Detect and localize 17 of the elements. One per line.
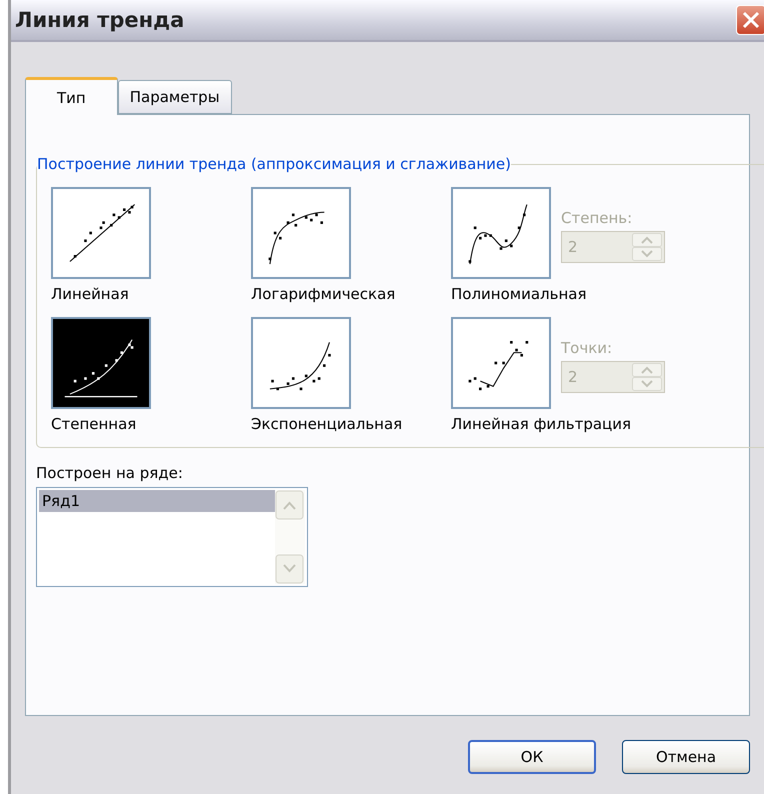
window-title: Линия тренда bbox=[15, 8, 184, 32]
series-label: Построен на ряде: bbox=[36, 464, 184, 482]
spinner-label: Степень: bbox=[561, 209, 634, 227]
group-title: Построение линии тренда (аппроксимация и сглаживание) bbox=[37, 155, 511, 173]
trend-type-label[interactable]: Логарифмическая bbox=[251, 285, 396, 303]
tab[interactable]: Параметры bbox=[118, 80, 232, 114]
dialog-button[interactable]: ОК bbox=[468, 740, 596, 774]
trend-type-label[interactable]: Экспоненциальная bbox=[251, 415, 402, 433]
series-list[interactable]: Ряд1 bbox=[36, 487, 308, 587]
trend-type-label[interactable]: Степенная bbox=[51, 415, 136, 433]
trend-type-label[interactable]: Линейная bbox=[51, 285, 129, 303]
spinner-label: Точки: bbox=[561, 339, 614, 357]
dialog-button[interactable]: Отмена bbox=[622, 740, 750, 774]
trend-type-label[interactable]: Полиномиальная bbox=[451, 285, 586, 303]
trend-type-label[interactable]: Линейная фильтрация bbox=[451, 415, 632, 433]
tab[interactable]: Тип bbox=[25, 77, 118, 115]
series-item[interactable]: Ряд1 bbox=[39, 490, 275, 512]
